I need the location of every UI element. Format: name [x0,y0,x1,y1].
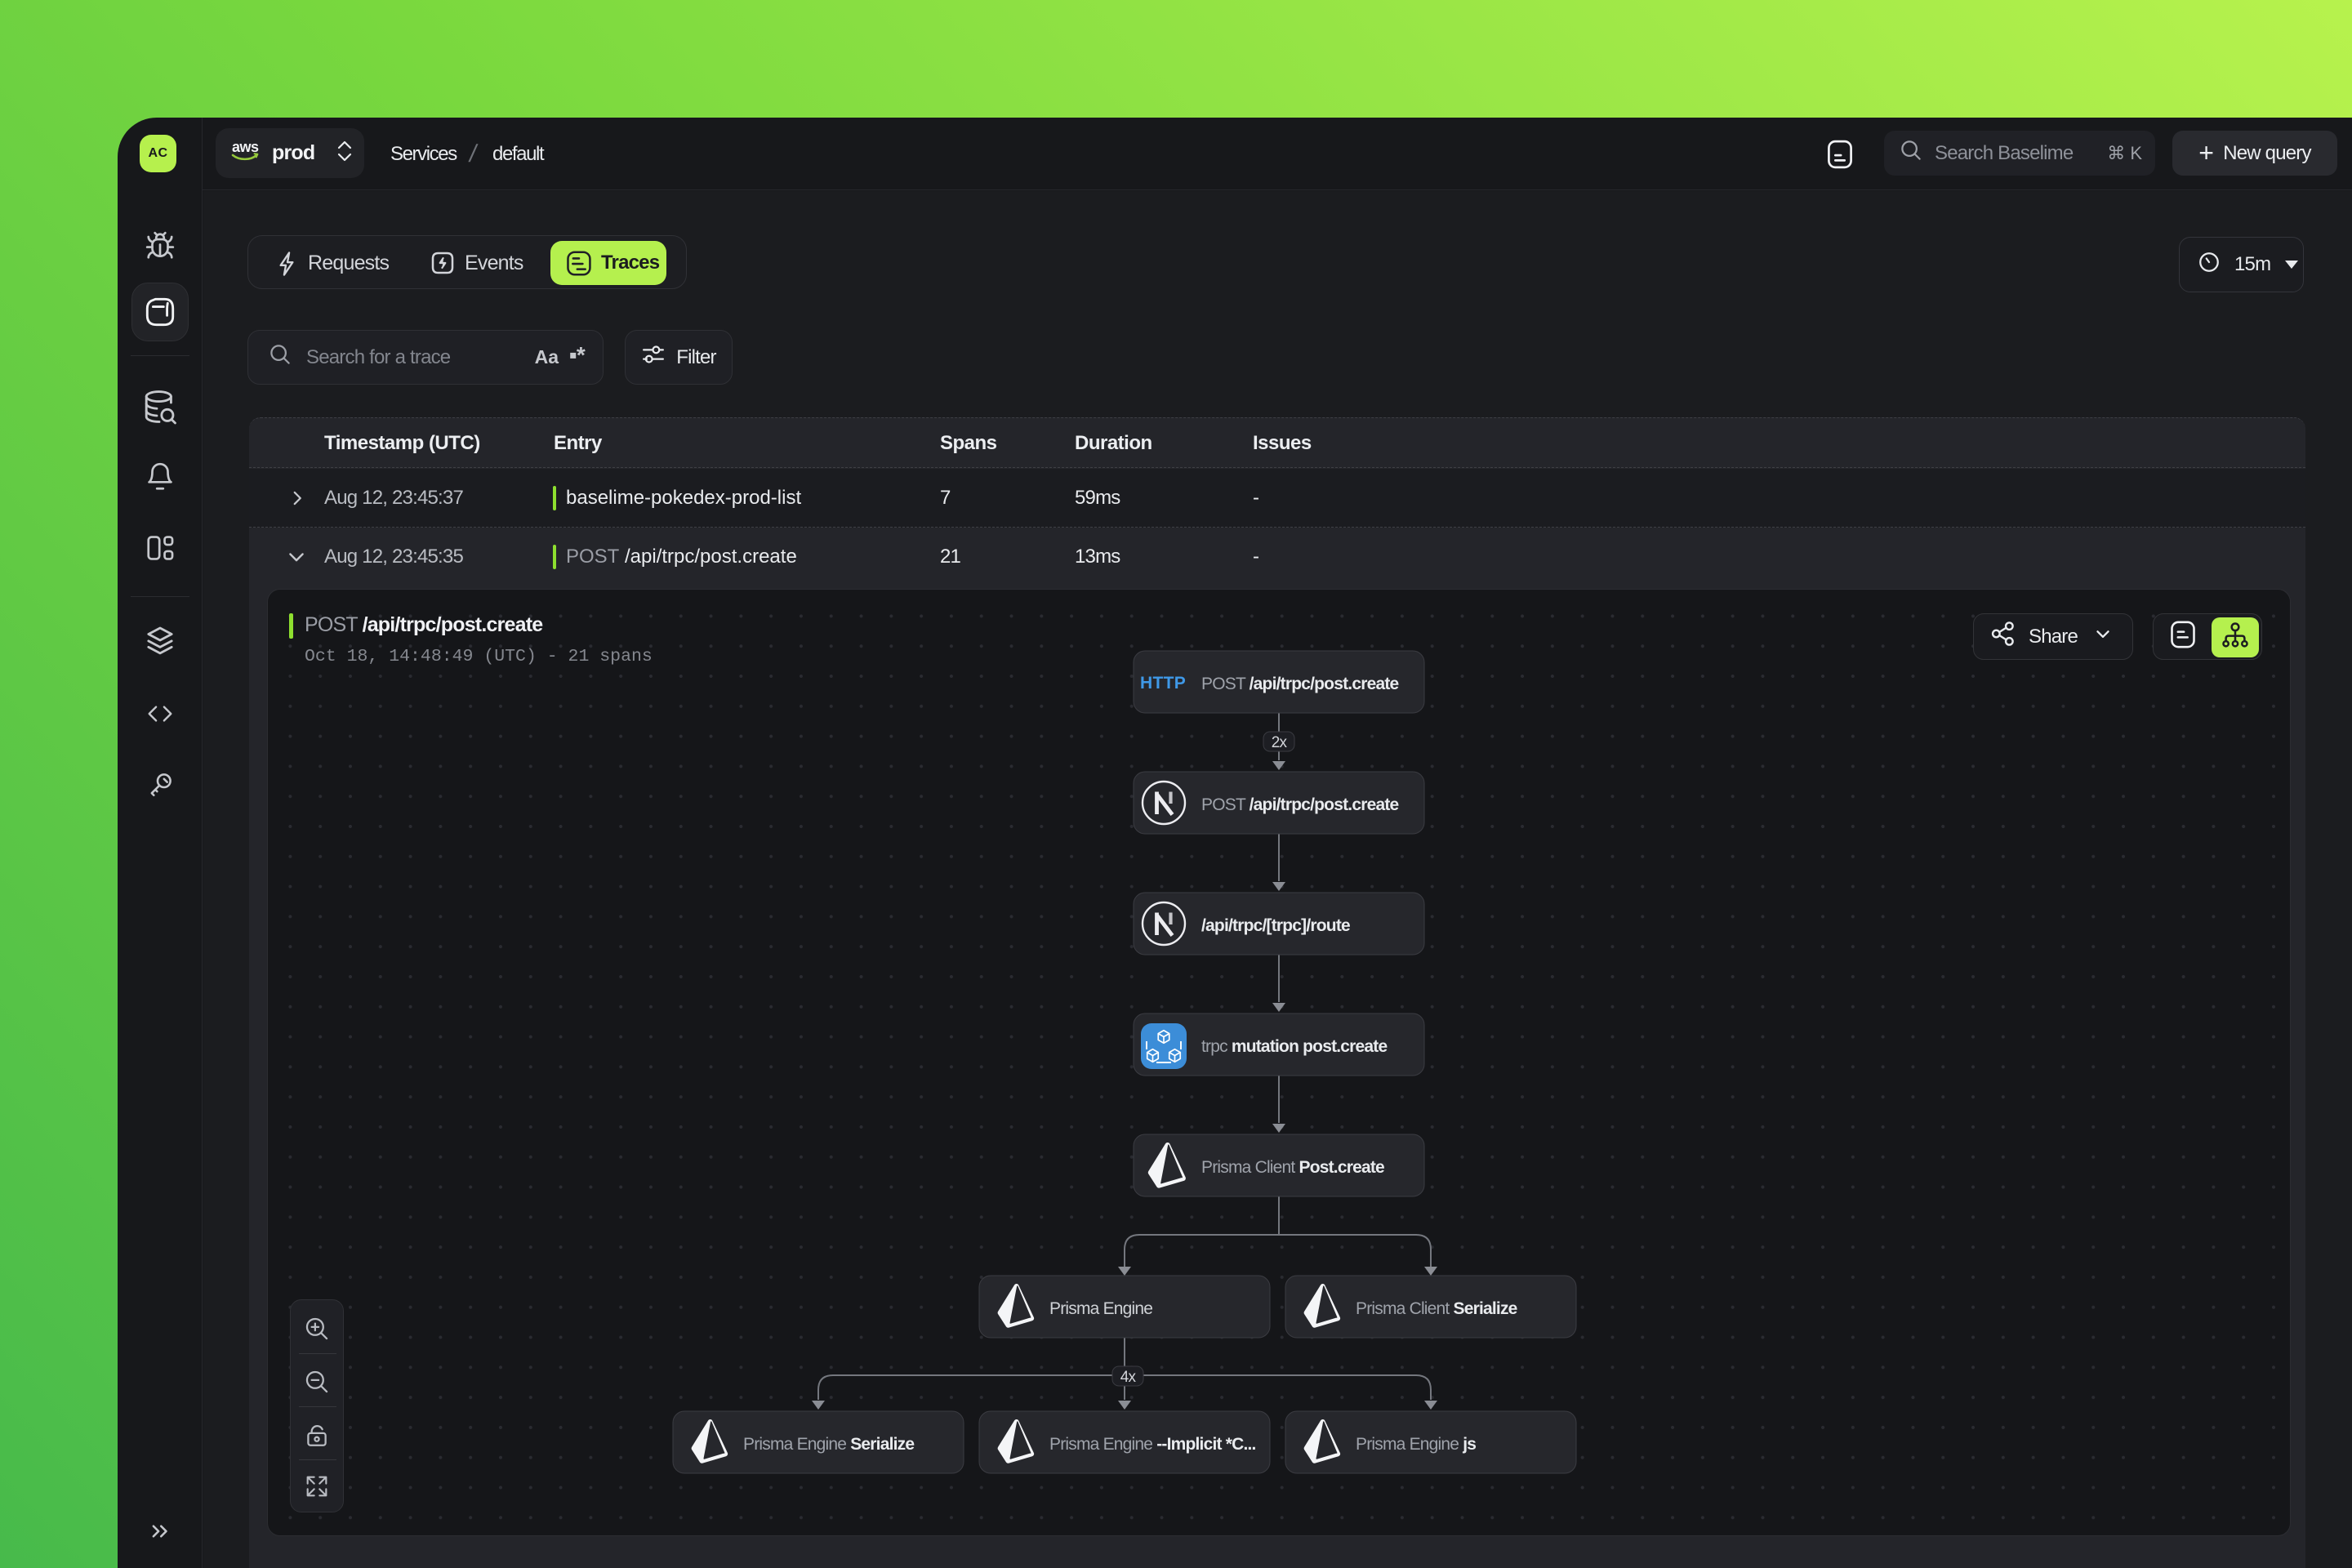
svg-text:POST /api/trpc/post.create: POST /api/trpc/post.create [1201,795,1399,814]
svg-text:Prisma Engine: Prisma Engine [1049,1299,1152,1318]
svg-text:Prisma Engine --Implicit *C...: Prisma Engine --Implicit *C... [1049,1435,1256,1454]
svg-text:HTTP: HTTP [1140,674,1186,693]
svg-text:/api/trpc/[trpc]/route: /api/trpc/[trpc]/route [1201,916,1350,935]
svg-text:trpc mutation post.create: trpc mutation post.create [1201,1037,1387,1056]
svg-text:Prisma Client Post.create: Prisma Client Post.create [1201,1158,1384,1177]
svg-text:aws: aws [232,139,259,155]
svg-text:Prisma Client Serialize: Prisma Client Serialize [1356,1299,1517,1318]
svg-text:POST /api/trpc/post.create: POST /api/trpc/post.create [1201,675,1399,693]
svg-text:4x: 4x [1120,1369,1137,1386]
svg-text:Prisma Engine js: Prisma Engine js [1356,1435,1476,1454]
svg-text:Prisma Engine Serialize: Prisma Engine Serialize [743,1435,914,1454]
svg-text:2x: 2x [1272,734,1288,751]
